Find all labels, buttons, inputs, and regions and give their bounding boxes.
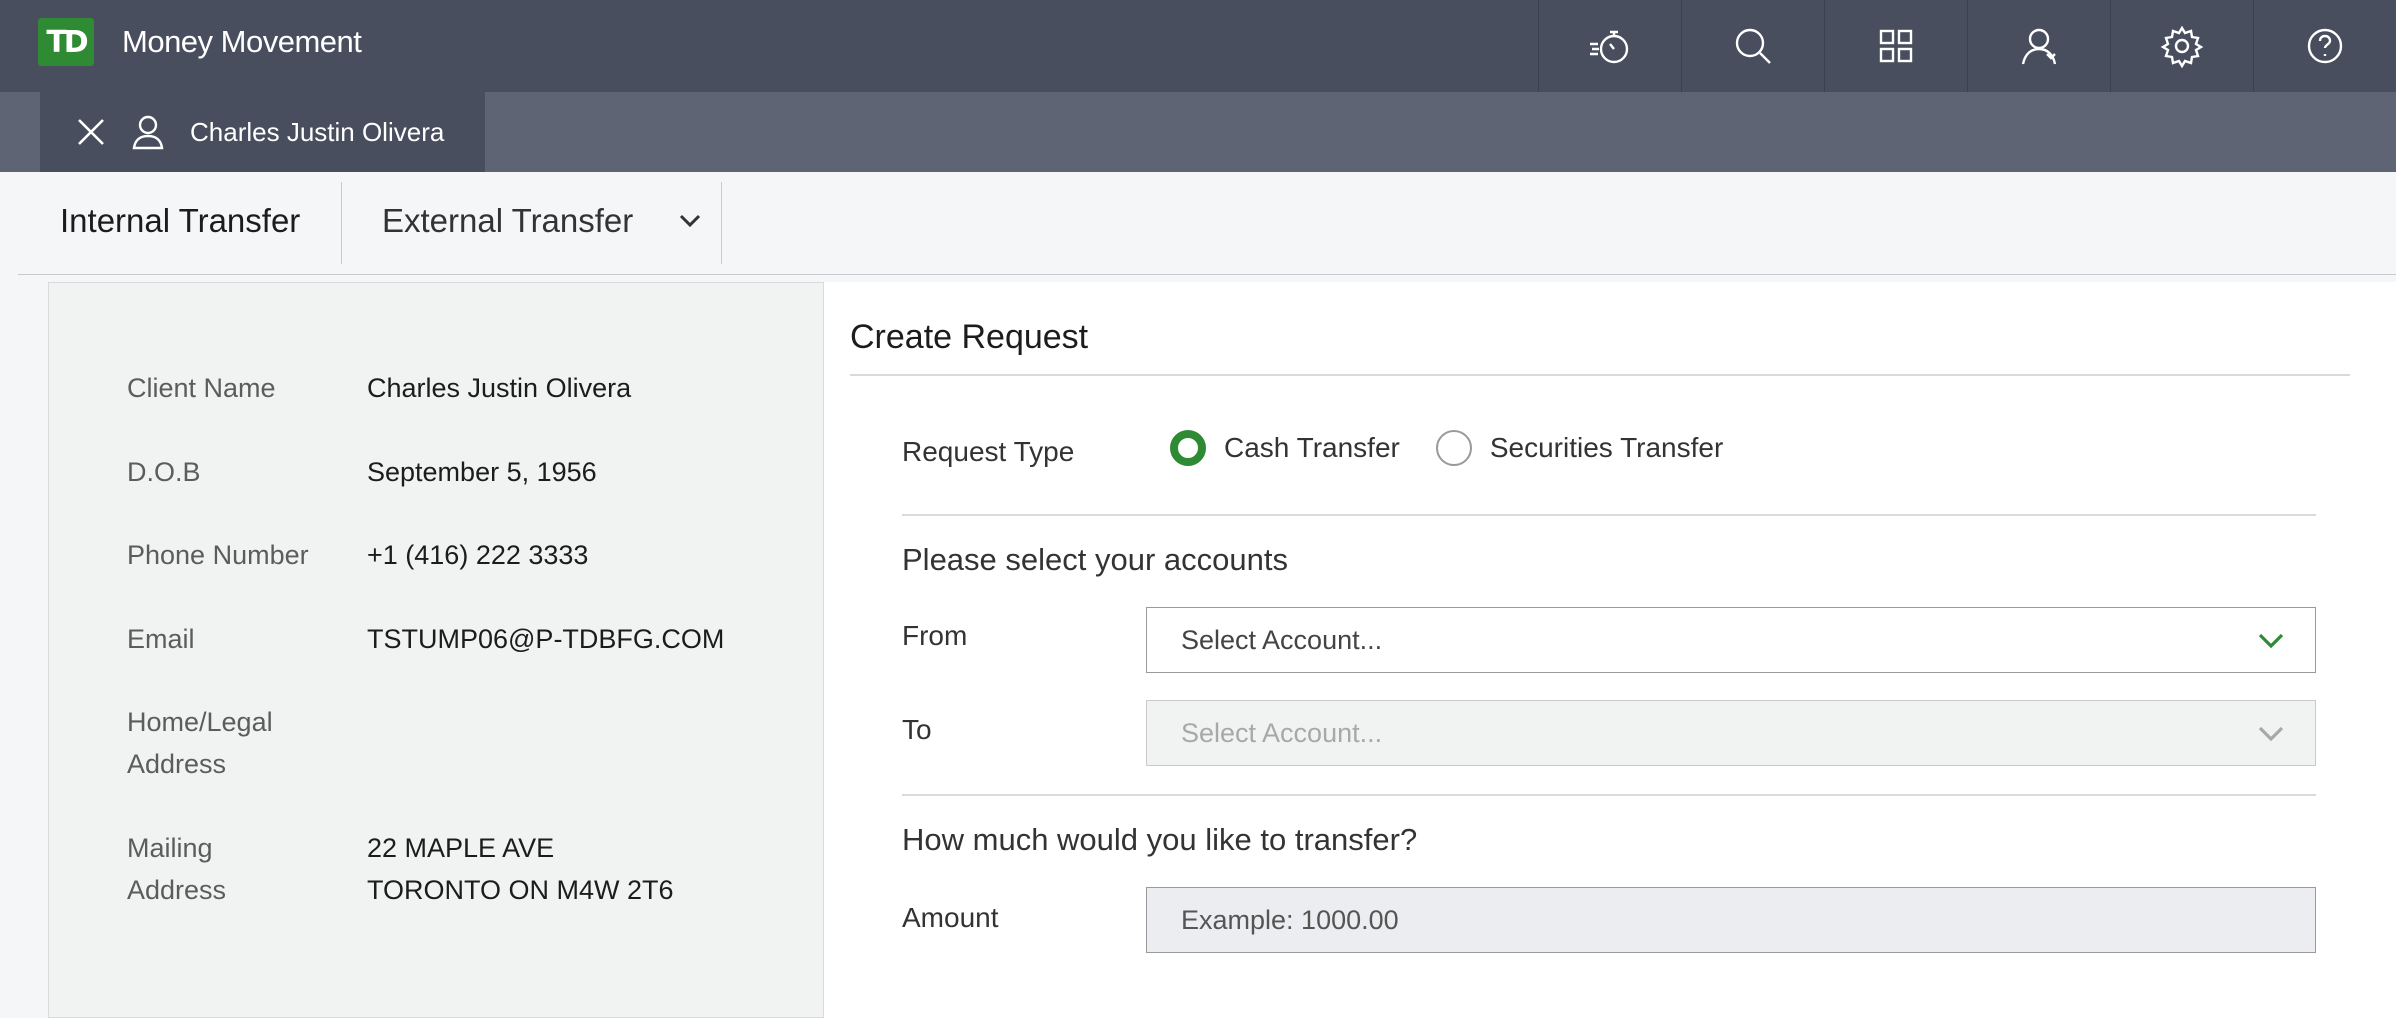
top-navigation-bar: TD Money Movement [0,0,2396,92]
tab-external-transfer[interactable]: External Transfer [382,202,703,240]
help-button[interactable] [2253,0,2396,92]
dob-value: September 5, 1956 [367,457,597,487]
from-account-value: Select Account... [1181,624,1383,655]
phone-label: Phone Number [127,540,309,570]
person-icon-wrap [130,114,166,150]
user-switch-icon [2021,28,2057,65]
email-label: Email [127,624,195,654]
securities-transfer-radio[interactable] [1435,430,1472,466]
amount-input[interactable] [1146,887,2316,953]
home-address-label-line2: Address [127,749,227,779]
client-info-panel: Client Name Charles Justin Olivera D.O.B… [48,282,824,1018]
transfer-type-tabs: Internal Transfer External Transfer [18,172,2396,275]
topbar-icon-group [1538,0,2396,92]
client-tab-name: Charles Justin Olivera [190,116,445,147]
tab-internal-transfer[interactable]: Internal Transfer [60,202,300,240]
search-button[interactable] [1681,0,1824,92]
grid-icon [1879,29,1913,63]
switch-user-button[interactable] [1967,0,2110,92]
app-title: Money Movement [122,24,362,59]
close-icon [78,119,104,145]
tab-divider [721,182,722,264]
settings-button[interactable] [2110,0,2253,92]
chevron-down-icon [2258,633,2284,649]
mailing-address-label-line2: Address [127,875,227,905]
tab-divider [341,182,342,264]
chevron-down-icon [680,214,701,228]
section-divider [902,794,2316,796]
cash-transfer-radio[interactable] [1170,430,1206,466]
close-tab-button[interactable] [74,115,108,149]
mailing-address-label-line1: Mailing [127,833,213,863]
gear-icon [2160,25,2204,68]
client-tab-bar: Charles Justin Olivera [0,92,2396,172]
phone-value: +1 (416) 222 3333 [367,540,589,570]
home-address-label-line1: Home/Legal [127,707,273,737]
tab-external-transfer-label: External Transfer [382,202,634,239]
search-icon [1735,28,1771,64]
stopwatch-button[interactable] [1538,0,1681,92]
page-title: Create Request [850,318,1089,356]
help-icon [2307,28,2343,64]
amount-section-title: How much would you like to transfer? [902,822,1418,857]
chevron-down-icon [2258,726,2284,742]
td-logo: TD [38,18,94,66]
person-icon [132,115,164,150]
section-divider [902,514,2316,516]
mailing-address-line1: 22 MAPLE AVE [367,833,555,863]
to-label: To [902,714,932,745]
amount-label: Amount [902,902,999,933]
to-account-select[interactable]: Select Account... [1146,700,2316,766]
mailing-address-line2: TORONTO ON M4W 2T6 [367,875,674,905]
email-value: TSTUMP06@P-TDBFG.COM [367,624,725,654]
create-request-form: Create Request Request Type Cash Transfe… [824,282,2396,1018]
from-label: From [902,620,968,651]
stopwatch-icon [1590,30,1629,64]
request-type-label: Request Type [902,436,1075,467]
cash-transfer-label[interactable]: Cash Transfer [1224,432,1400,464]
to-account-value: Select Account... [1181,717,1383,748]
from-account-select[interactable]: Select Account... [1146,607,2316,673]
client-name-label: Client Name [127,373,276,403]
apps-button[interactable] [1824,0,1967,92]
securities-transfer-label[interactable]: Securities Transfer [1490,432,1723,464]
request-type-radio-group: Cash Transfer Securities Transfer [1170,430,1759,466]
title-divider [850,374,2350,376]
client-tab[interactable]: Charles Justin Olivera [40,92,485,172]
dob-label: D.O.B [127,457,201,487]
accounts-section-title: Please select your accounts [902,542,1288,577]
client-name-value: Charles Justin Olivera [367,373,632,403]
